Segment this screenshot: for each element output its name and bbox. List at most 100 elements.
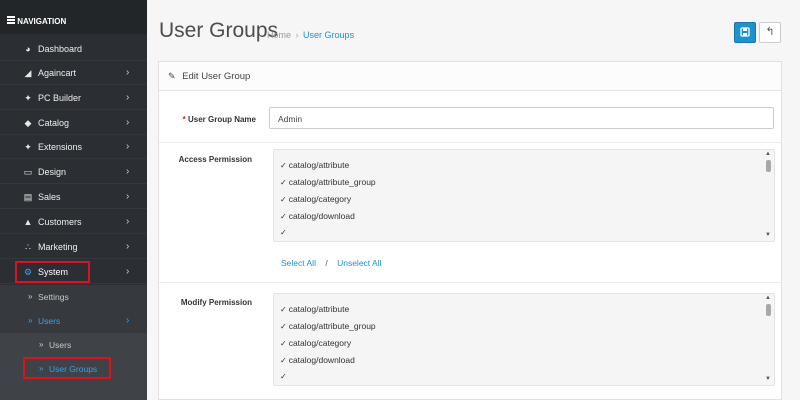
- chevron-right-icon: ›: [126, 191, 130, 202]
- scroll-up-icon[interactable]: ▲: [765, 151, 771, 157]
- sidebar-subitem-users-list[interactable]: » Users: [0, 333, 147, 357]
- chevron-right-icon: ›: [126, 241, 130, 252]
- permission-option[interactable]: ✓ catalog/category: [280, 194, 351, 204]
- permission-option[interactable]: ✓: [280, 227, 289, 237]
- scroll-down-icon[interactable]: ▼: [765, 376, 771, 382]
- checkmark-icon: ✓: [280, 228, 287, 237]
- chevron-right-icon: ›: [126, 141, 130, 152]
- checkmark-icon: ✓: [280, 178, 287, 187]
- permission-option[interactable]: ✓ catalog/attribute_group: [280, 177, 376, 187]
- double-chevron-icon: »: [28, 292, 33, 301]
- menu-icon: [7, 16, 15, 25]
- modify-permission-label: Modify Permission: [180, 298, 252, 307]
- sidebar-item-label: Sales: [38, 192, 61, 202]
- permission-option[interactable]: ✓ catalog/category: [280, 338, 351, 348]
- sidebar-subitem-more: [0, 381, 147, 400]
- puzzle-icon: ✦: [24, 93, 32, 103]
- checkmark-icon: ✓: [280, 161, 287, 170]
- sidebar-item-catalog[interactable]: ◆ Catalog ›: [0, 111, 147, 135]
- sidebar-item-label: Design: [38, 167, 67, 177]
- breadcrumb-separator: ›: [295, 30, 299, 40]
- required-marker: *: [182, 115, 186, 124]
- save-button[interactable]: [734, 22, 756, 43]
- permission-option[interactable]: ✓: [280, 371, 289, 381]
- sidebar-subitem-settings[interactable]: » Settings: [0, 285, 147, 309]
- chevron-right-icon: ›: [126, 117, 130, 128]
- sidebar-item-label: Dashboard: [38, 44, 83, 54]
- user-group-name-input[interactable]: Admin: [269, 107, 774, 129]
- scrollbar[interactable]: ▲ ▼: [764, 151, 773, 240]
- edit-user-group-panel: ✎ Edit User Group * User Group Name Admi…: [158, 61, 782, 400]
- scroll-up-icon[interactable]: ▲: [765, 295, 771, 301]
- navigation-header[interactable]: NAVIGATION: [0, 0, 147, 34]
- breadcrumb-home[interactable]: Home: [267, 30, 291, 40]
- breadcrumb-user-groups[interactable]: User Groups: [303, 30, 354, 40]
- checkmark-icon: ✓: [280, 305, 287, 314]
- select-all-link[interactable]: Select All: [281, 258, 316, 268]
- checkmark-icon: ✓: [280, 356, 287, 365]
- monitor-icon: ▭: [23, 167, 33, 177]
- checkmark-icon: ✓: [280, 322, 287, 331]
- back-button[interactable]: ↰: [759, 22, 781, 43]
- permission-option[interactable]: ✓ catalog/download: [280, 355, 355, 365]
- cart-icon: ▤: [23, 192, 33, 202]
- chevron-right-icon: ›: [126, 92, 130, 103]
- link-separator: /: [325, 258, 328, 268]
- user-group-name-label: * User Group Name: [156, 115, 256, 124]
- checkmark-icon: ✓: [280, 212, 287, 221]
- double-chevron-icon: »: [39, 340, 44, 349]
- sidebar-item-dashboard[interactable]: ◕ Dashboard: [0, 37, 147, 61]
- tag-icon: ◢: [24, 68, 32, 78]
- permission-option[interactable]: ✓ catalog/attribute: [280, 304, 349, 314]
- sidebar-item-design[interactable]: ▭ Design ›: [0, 160, 147, 184]
- modify-permission-list[interactable]: ✓ catalog/attribute ✓ catalog/attribute_gr…: [273, 293, 775, 386]
- access-permission-label: Access Permission: [178, 155, 252, 164]
- chevron-right-icon: ›: [126, 166, 130, 177]
- sidebar-item-label: Catalog: [38, 118, 70, 128]
- sidebar-subitem-label: Users: [38, 316, 61, 326]
- form-divider: [159, 282, 781, 283]
- user-icon: ▲: [23, 217, 33, 227]
- sidebar-subitem-label: Users: [49, 340, 72, 350]
- breadcrumb: Home › User Groups: [267, 30, 354, 40]
- sidebar-item-againcart[interactable]: ◢ Againcart ›: [0, 61, 147, 85]
- dashboard-icon: ◕: [25, 44, 31, 54]
- sidebar-subitem-label: Settings: [38, 292, 69, 302]
- main-content: User Groups Home › User Groups ↰ ✎ Edit …: [147, 0, 800, 400]
- sidebar-item-customers[interactable]: ▲ Customers ›: [0, 210, 147, 234]
- scrollbar-thumb[interactable]: [766, 160, 771, 172]
- access-permission-list[interactable]: ✓ catalog/attribute ✓ catalog/attribute_gr…: [273, 149, 775, 242]
- tags-icon: ◆: [24, 118, 32, 128]
- user-groups-highlight-box: [23, 357, 111, 379]
- scroll-down-icon[interactable]: ▼: [765, 232, 771, 238]
- sidebar-item-extensions[interactable]: ✦ Extensions ›: [0, 135, 147, 159]
- scrollbar[interactable]: ▲ ▼: [764, 295, 773, 384]
- chevron-right-icon: ›: [126, 216, 130, 227]
- share-icon: ∴: [25, 242, 31, 252]
- double-chevron-icon: »: [28, 316, 33, 325]
- sidebar-item-label: Extensions: [38, 142, 83, 152]
- permission-option[interactable]: ✓ catalog/attribute: [280, 160, 349, 170]
- permission-option[interactable]: ✓ catalog/attribute_group: [280, 321, 376, 331]
- checkmark-icon: ✓: [280, 372, 287, 381]
- sidebar-item-label: Againcart: [38, 68, 77, 78]
- chevron-right-icon: ›: [126, 67, 130, 78]
- access-select-links: Select All / Unselect All: [281, 258, 382, 268]
- sidebar-item-pc-builder[interactable]: ✦ PC Builder ›: [0, 86, 147, 110]
- checkmark-icon: ✓: [280, 195, 287, 204]
- navigation-header-label: NAVIGATION: [17, 17, 67, 26]
- sidebar-item-sales[interactable]: ▤ Sales ›: [0, 185, 147, 209]
- chevron-right-icon: ›: [126, 266, 130, 277]
- sidebar-item-marketing[interactable]: ∴ Marketing ›: [0, 235, 147, 259]
- sidebar-subitem-users[interactable]: » Users ›: [0, 309, 147, 333]
- reply-icon: ↰: [765, 26, 775, 38]
- panel-title: Edit User Group: [182, 71, 251, 82]
- scrollbar-thumb[interactable]: [766, 304, 771, 316]
- sidebar-item-label: Customers: [38, 217, 82, 227]
- system-highlight-box: [15, 261, 90, 283]
- permission-option[interactable]: ✓ catalog/download: [280, 211, 355, 221]
- panel-heading: ✎ Edit User Group: [159, 62, 781, 91]
- sidebar: NAVIGATION ◕ Dashboard ◢ Againcart › ✦ P…: [0, 0, 147, 400]
- chevron-right-icon: ›: [126, 315, 130, 326]
- unselect-all-link[interactable]: Unselect All: [337, 258, 381, 268]
